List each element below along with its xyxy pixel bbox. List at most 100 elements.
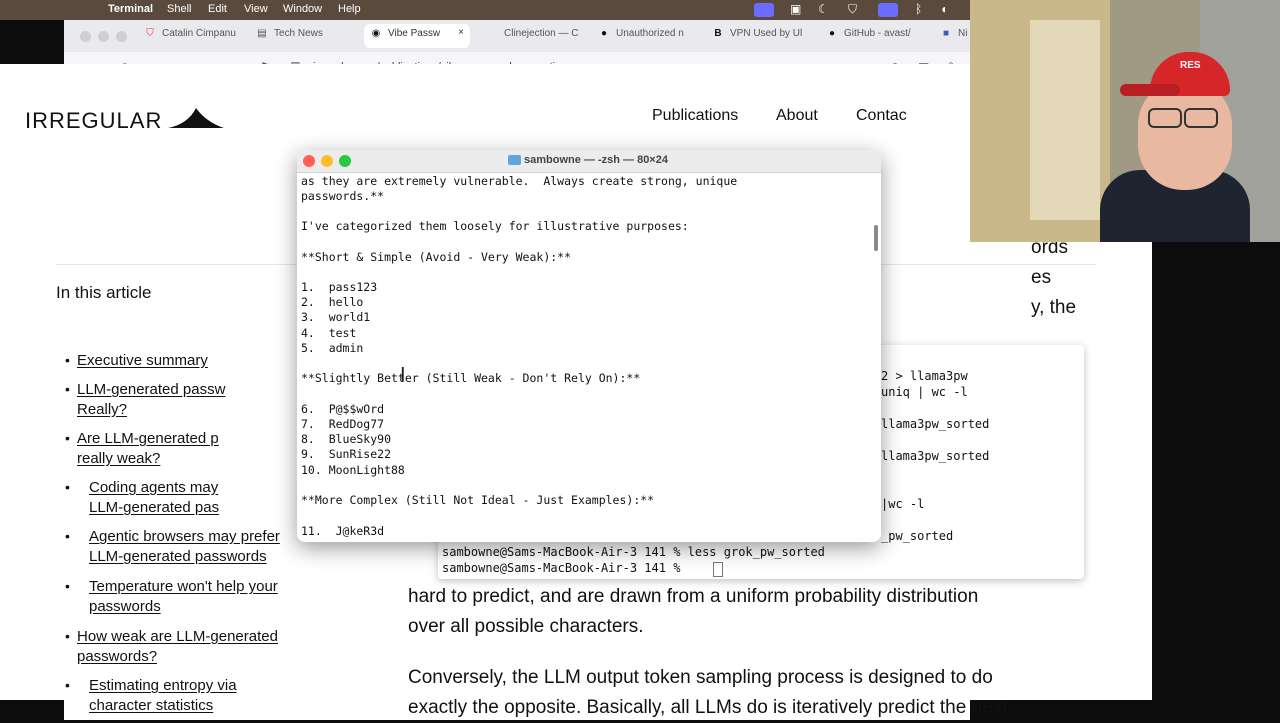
toc-bullet: • [65, 352, 70, 368]
news-icon: ▤ [257, 28, 267, 39]
toc-link-agentic-browsers-2[interactable]: LLM-generated passwords [89, 547, 267, 567]
nav-publications[interactable]: Publications [652, 107, 738, 125]
terminal-prompt[interactable]: sambowne@Sams-MacBook-Air-3 141 % [442, 561, 688, 575]
toc-title: In this article [56, 283, 152, 302]
article-fragment: y, the [1031, 297, 1077, 318]
article-line: exactly the opposite. Basically, all LLM… [408, 697, 1008, 718]
toc-bullet: • [65, 677, 70, 693]
text-cursor-icon: I [400, 364, 406, 386]
terminal-line: 11. J@keR3d [301, 524, 385, 538]
zoom-window-button[interactable] [116, 31, 127, 42]
lock-icon[interactable]: ▣ [790, 2, 801, 16]
terminal-line: _pw_sorted [881, 529, 954, 543]
terminal-line: **Slightly Better (Still Weak - Don't Re… [301, 371, 641, 385]
tab-overflow[interactable]: ■ Ni [940, 28, 970, 44]
site-icon: ■ [942, 28, 950, 39]
webcam-person-face [1138, 80, 1232, 190]
nav-about[interactable]: About [776, 107, 818, 125]
menu-edit[interactable]: Edit [208, 3, 227, 15]
toc-link-how-weak-2[interactable]: passwords? [77, 647, 157, 667]
terminal-line: 6. P@$$wOrd [301, 402, 385, 416]
screen-record-icon[interactable] [754, 3, 774, 17]
tab-tech-news[interactable]: ▤ Tech News [256, 28, 356, 44]
shield-icon[interactable]: ⛉ [848, 2, 857, 17]
terminal-line: llama3pw_sorted [881, 417, 990, 431]
minimize-window-button[interactable] [98, 31, 109, 42]
hat-logo-text: RES [1180, 60, 1201, 71]
mic-icon[interactable]: ◖ [940, 2, 947, 16]
terminal-title: sambowne — -zsh — 80×24 [524, 154, 668, 166]
terminal-line: 7. RedDog77 [301, 417, 385, 431]
close-tab-icon[interactable]: × [458, 27, 464, 38]
terminal-line: |wc -l [881, 497, 925, 511]
minimize-window-button[interactable] [321, 155, 333, 167]
bluetooth-icon[interactable]: ᛒ [915, 2, 922, 16]
webcam-overlay: RES [970, 0, 1280, 242]
zoom-window-button[interactable] [339, 155, 351, 167]
close-window-button[interactable] [80, 31, 91, 42]
terminal-line: llama3pw_sorted [881, 449, 990, 463]
toc-bullet: • [65, 578, 70, 594]
toc-link-coding-agents[interactable]: Coding agents may [89, 478, 218, 498]
nav-contact[interactable]: Contac [856, 107, 907, 125]
webcam-hat-brim [1120, 84, 1180, 96]
terminal-line: 5. admin [301, 341, 364, 355]
terminal-scrollbar[interactable] [874, 225, 878, 251]
terminal-line: **Short & Simple (Avoid - Very Weak):** [301, 250, 572, 264]
toc-link-agentic-browsers[interactable]: Agentic browsers may prefer [89, 527, 280, 547]
menu-view[interactable]: View [244, 3, 268, 15]
terminal-line: 9. SunRise22 [301, 447, 392, 461]
toc-link-coding-agents-2[interactable]: LLM-generated pas [89, 498, 219, 518]
b-icon: B [714, 28, 722, 39]
menu-shell[interactable]: Shell [167, 3, 191, 15]
terminal-line: 10. MoonLight88 [301, 463, 405, 477]
menu-window[interactable]: Window [283, 3, 322, 15]
terminal-line: 3. world1 [301, 310, 371, 324]
tab-clinejection[interactable]: Clinejection — C [504, 28, 602, 44]
github-icon: ● [828, 28, 836, 39]
site-logo[interactable]: IRREGULAR [25, 108, 162, 134]
logo-mark-icon [168, 108, 224, 128]
tab-github-avast[interactable]: ● GitHub - avast/ [826, 28, 926, 44]
toc-link-temperature[interactable]: Temperature won't help your [89, 577, 278, 597]
terminal-line: 2 > llama3pw [881, 369, 968, 383]
toc-link-estimating[interactable]: Estimating entropy via [89, 676, 237, 696]
moon-icon[interactable]: ☾ [818, 2, 829, 16]
toc-bullet: • [65, 528, 70, 544]
article-fragment: es [1031, 267, 1052, 288]
tab-catalin-cimpanu[interactable]: ⛉ Catalin Cimpanu [144, 28, 244, 44]
tab-strip: ⛉ Catalin Cimpanu ▤ Tech News ◉ Vibe Passw ×… [64, 20, 970, 52]
folder-icon [508, 155, 521, 165]
terminal-line: I've categorized them loosely for illust… [301, 219, 689, 233]
terminal-line: **More Complex (Still Not Ideal - Just E… [301, 493, 655, 507]
tab-vpn-used[interactable]: B VPN Used by Ul [712, 28, 808, 44]
tab-unauthorized[interactable]: ● Unauthorized n [598, 28, 698, 44]
terminal-line: sambowne@Sams-MacBook-Air-3 141 % less g… [442, 545, 825, 559]
terminal-cursor [713, 562, 723, 577]
close-window-button[interactable] [303, 155, 315, 167]
toc-link-temperature-2[interactable]: passwords [89, 597, 161, 617]
toc-link-how-weak[interactable]: How weak are LLM-generated [77, 627, 278, 647]
menu-help[interactable]: Help [338, 3, 361, 15]
window-icon[interactable] [878, 3, 898, 17]
terminal-titlebar[interactable]: sambowne — -zsh — 80×24 [297, 150, 881, 173]
toc-link-executive-summary[interactable]: Executive summary [77, 351, 208, 371]
article-line: Conversely, the LLM output token samplin… [408, 667, 993, 688]
toc-link-llm-generated-2[interactable]: Really? [77, 400, 127, 420]
menu-terminal[interactable]: Terminal [108, 3, 153, 15]
github-icon: ● [600, 28, 608, 39]
terminal-output[interactable]: as they are extremely vulnerable. Always… [297, 173, 881, 542]
terminal-line: as they are extremely vulnerable. Always… [301, 174, 738, 188]
toc-link-are-weak[interactable]: Are LLM-generated p [77, 429, 219, 449]
tab-vibe-password[interactable]: ◉ Vibe Passw × [364, 24, 470, 48]
toc-link-estimating-2[interactable]: character statistics [89, 696, 213, 716]
article-line: hard to predict, and are drawn from a un… [408, 586, 979, 607]
terminal-line: 8. BlueSky90 [301, 432, 392, 446]
terminal-window-front[interactable]: sambowne — -zsh — 80×24 as they are extr… [297, 150, 881, 542]
shield-icon: ⛉ [146, 28, 154, 39]
toc-bullet: • [65, 479, 70, 495]
toc-link-llm-generated[interactable]: LLM-generated passw [77, 380, 225, 400]
toc-link-are-weak-2[interactable]: really weak? [77, 449, 160, 469]
glasses-icon [1184, 108, 1218, 128]
site-icon: ◉ [371, 28, 381, 39]
